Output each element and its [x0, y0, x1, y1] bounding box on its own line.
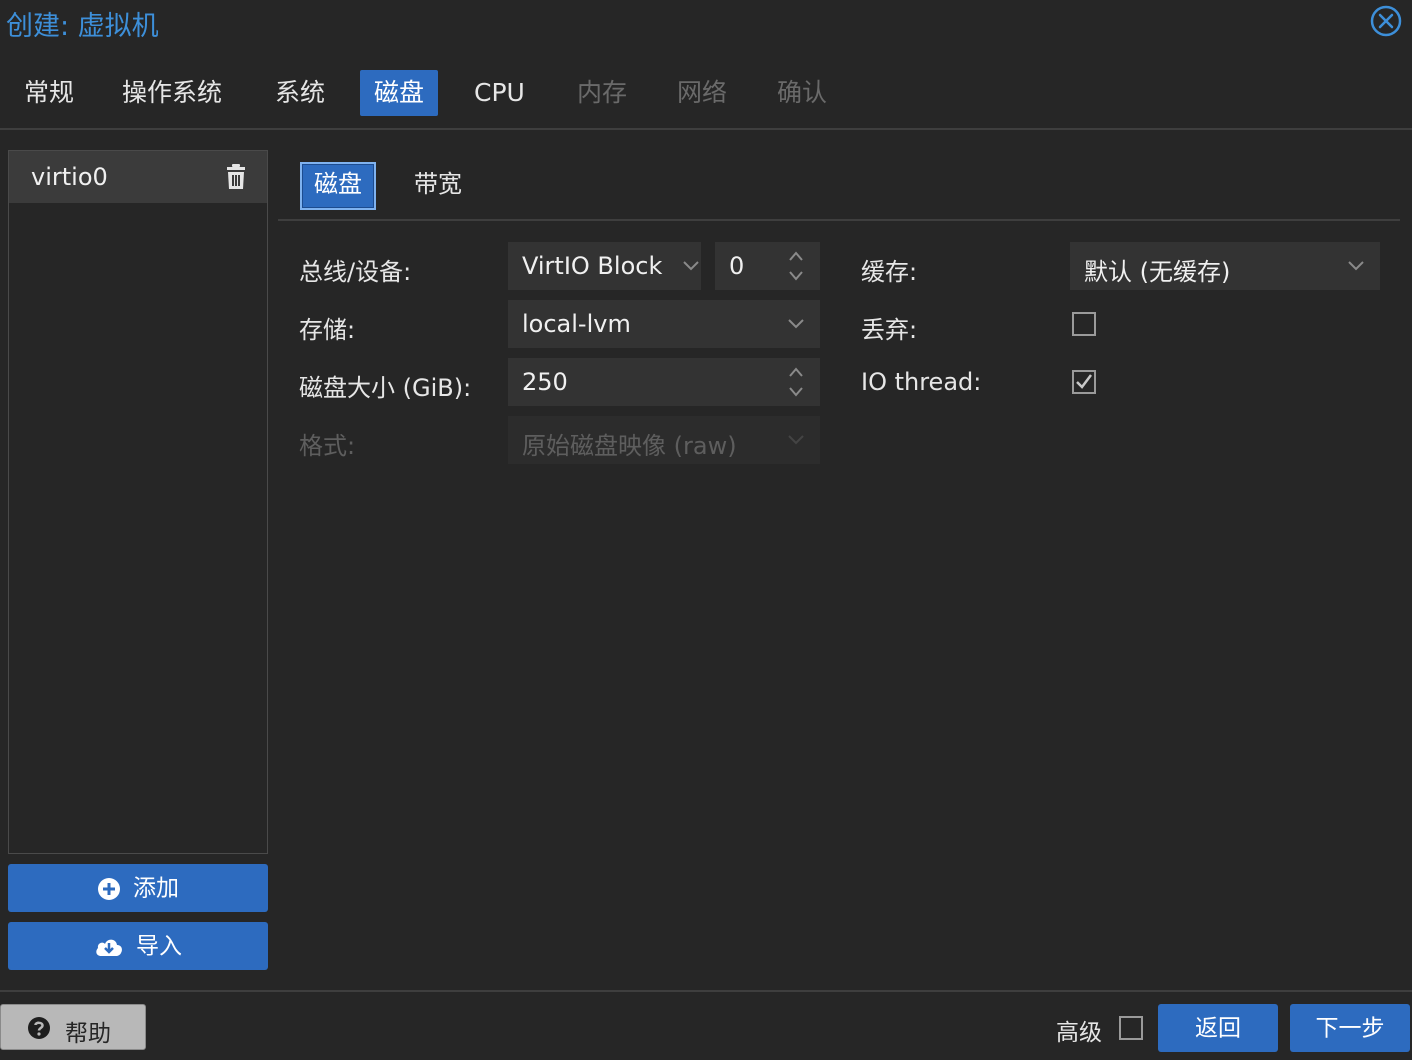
bus-value: VirtIO Block — [522, 252, 663, 280]
import-disk-button[interactable]: 导入 — [8, 922, 268, 970]
list-item[interactable]: virtio0 — [9, 151, 267, 203]
footer-divider — [0, 990, 1412, 992]
spinner-icon[interactable] — [788, 366, 804, 398]
disk-size-label: 磁盘大小 (GiB): — [299, 374, 472, 402]
format-label: 格式: — [299, 432, 356, 460]
tab-general[interactable]: 常规 — [10, 70, 88, 116]
subtab-disk[interactable]: 磁盘 — [300, 162, 376, 210]
chevron-down-icon — [788, 319, 804, 329]
discard-label: 丢弃: — [861, 316, 918, 344]
close-icon[interactable] — [1370, 5, 1402, 37]
disk-size-spinner[interactable]: 250 — [508, 358, 820, 406]
tab-memory: 内存 — [577, 78, 628, 107]
tab-confirm: 确认 — [777, 78, 828, 107]
bus-device-label: 总线/设备: — [299, 258, 412, 286]
cloud-download-icon — [96, 939, 122, 956]
disk-size-value: 250 — [522, 368, 568, 396]
bus-select[interactable]: VirtIO Block — [508, 242, 701, 290]
cache-value: 默认 (无缓存) — [1084, 258, 1231, 286]
subtab-bandwidth[interactable]: 带宽 — [402, 162, 474, 206]
help-label: 帮助 — [65, 1021, 111, 1047]
spinner-icon[interactable] — [788, 250, 804, 282]
format-select: 原始磁盘映像 (raw) — [508, 416, 820, 464]
io-thread-label: IO thread: — [861, 368, 982, 396]
cache-label: 缓存: — [861, 258, 918, 286]
import-button-label: 导入 — [136, 933, 182, 960]
help-icon — [28, 1017, 50, 1039]
trash-icon[interactable] — [225, 164, 247, 190]
cache-select[interactable]: 默认 (无缓存) — [1070, 242, 1380, 290]
back-label: 返回 — [1195, 1015, 1241, 1042]
add-button-label: 添加 — [133, 875, 179, 902]
storage-label: 存储: — [299, 316, 356, 344]
format-value: 原始磁盘映像 (raw) — [522, 432, 737, 460]
device-number-spinner[interactable]: 0 — [715, 242, 820, 290]
storage-select[interactable]: local-lvm — [508, 300, 820, 348]
device-value: 0 — [729, 252, 745, 280]
tab-network: 网络 — [677, 78, 728, 107]
tab-disks[interactable]: 磁盘 — [360, 70, 439, 116]
help-button[interactable]: 帮助 — [0, 1004, 146, 1050]
checkmark-icon — [1076, 374, 1092, 389]
disk-list: virtio0 — [8, 150, 268, 854]
add-disk-button[interactable]: 添加 — [8, 864, 268, 912]
tab-os[interactable]: 操作系统 — [108, 70, 236, 116]
advanced-checkbox[interactable] — [1119, 1016, 1143, 1040]
advanced-label: 高级 — [1056, 1020, 1102, 1046]
tab-cpu[interactable]: CPU — [460, 70, 539, 116]
chevron-down-icon — [1348, 261, 1364, 271]
next-label: 下一步 — [1315, 1015, 1385, 1042]
window-title: 创建: 虚拟机 — [6, 11, 159, 42]
disk-item-label: virtio0 — [31, 163, 108, 191]
plus-circle-icon — [98, 877, 120, 900]
tabs-divider — [0, 128, 1412, 130]
storage-value: local-lvm — [522, 310, 631, 338]
chevron-down-icon — [788, 435, 804, 445]
discard-checkbox[interactable] — [1072, 312, 1096, 336]
back-button[interactable]: 返回 — [1158, 1004, 1278, 1052]
next-button[interactable]: 下一步 — [1290, 1004, 1410, 1052]
io-thread-checkbox[interactable] — [1072, 370, 1096, 394]
chevron-down-icon — [683, 261, 699, 271]
tab-system[interactable]: 系统 — [261, 70, 339, 116]
subtabs-divider — [278, 219, 1400, 221]
